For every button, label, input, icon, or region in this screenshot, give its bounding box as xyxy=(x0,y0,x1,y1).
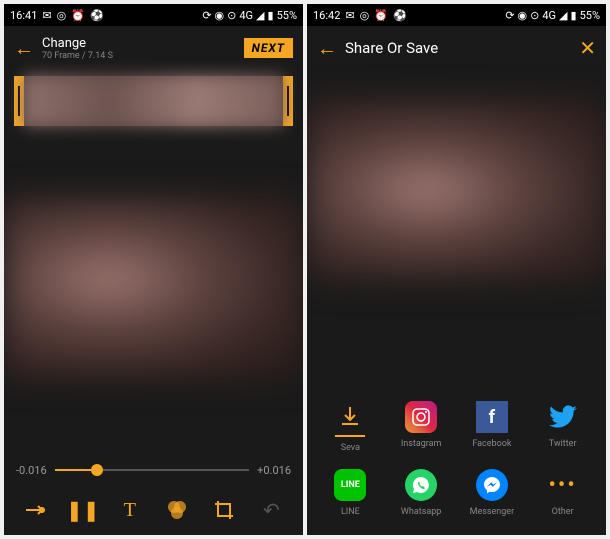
messenger-label: Messenger xyxy=(470,507,515,517)
share-preview xyxy=(307,100,606,280)
signal-icon: ◢ xyxy=(256,9,264,22)
soccer-icon: ⚽ xyxy=(90,9,104,22)
editor-toolbar: ❚❚ T ↶ xyxy=(4,485,303,535)
sync-icon: ⟳ xyxy=(202,9,211,22)
vibrate-icon: ◉ xyxy=(518,9,528,22)
vibrate-icon: ◉ xyxy=(215,9,225,22)
share-title: Share Or Save xyxy=(345,39,571,57)
status-bar: 16:42 ✉ ◎ ⏰ ⚽ ⟳ ◉ ⊙ 4G ◢ ▮ 55% xyxy=(307,4,606,26)
instagram-button[interactable]: Instagram xyxy=(386,393,457,461)
alarm-icon: ⏰ xyxy=(71,9,85,22)
share-header: ← Share Or Save ✕ xyxy=(307,26,606,70)
back-arrow-icon[interactable]: ← xyxy=(317,36,337,61)
header-title: Change xyxy=(42,36,236,51)
msg-icon: ✉ xyxy=(345,9,354,22)
whatsapp-icon: ◎ xyxy=(360,9,370,22)
share-screen: 16:42 ✉ ◎ ⏰ ⚽ ⟳ ◉ ⊙ 4G ◢ ▮ 55% ← Share O… xyxy=(307,4,606,535)
instagram-icon xyxy=(405,401,437,433)
battery-icon: ▮ xyxy=(268,9,274,22)
battery-percent: 55% xyxy=(580,9,600,22)
sync-icon: ⟳ xyxy=(505,9,514,22)
pause-button[interactable]: ❚❚ xyxy=(69,496,97,524)
trim-handle-left[interactable] xyxy=(14,76,24,126)
speed-slider-row: -0.016 +0.016 xyxy=(4,455,303,485)
reverse-button[interactable] xyxy=(22,496,50,524)
twitter-button[interactable]: Twitter xyxy=(527,393,598,461)
status-bar: 16:41 ✉ ◎ ⏰ ⚽ ⟳ ◉ ⊙ 4G ◢ ▮ 55% xyxy=(4,4,303,26)
close-icon[interactable]: ✕ xyxy=(579,36,596,60)
network-label: 4G xyxy=(542,9,556,22)
other-button[interactable]: ••• Other xyxy=(527,461,598,525)
line-button[interactable]: LINE LINE xyxy=(315,461,386,525)
editor-screen: 16:41 ✉ ◎ ⏰ ⚽ ⟳ ◉ ⊙ 4G ◢ ▮ 55% ← Change … xyxy=(4,4,303,535)
more-icon: ••• xyxy=(547,469,579,501)
battery-icon: ▮ xyxy=(571,9,577,22)
next-button[interactable]: NEXT xyxy=(244,38,293,58)
crop-button[interactable] xyxy=(210,496,238,524)
data-icon: ⊙ xyxy=(227,9,236,22)
signal-icon: ◢ xyxy=(559,9,567,22)
facebook-button[interactable]: f Facebook xyxy=(457,393,528,461)
line-label: LINE xyxy=(341,507,360,517)
text-button[interactable]: T xyxy=(116,496,144,524)
instagram-label: Instagram xyxy=(401,439,442,449)
share-grid: Seva Instagram f Facebook Twitter LINE L… xyxy=(307,383,606,535)
other-label: Other xyxy=(552,507,574,517)
back-arrow-icon[interactable]: ← xyxy=(14,36,34,61)
data-icon: ⊙ xyxy=(530,9,539,22)
soccer-icon: ⚽ xyxy=(393,9,407,22)
whatsapp-label: Whatsapp xyxy=(401,507,441,517)
timeline-trim[interactable] xyxy=(14,76,293,126)
alarm-icon: ⏰ xyxy=(374,9,388,22)
filter-button[interactable] xyxy=(163,496,191,524)
undo-button[interactable]: ↶ xyxy=(257,496,285,524)
speed-slider[interactable] xyxy=(55,469,249,471)
twitter-label: Twitter xyxy=(549,439,577,449)
facebook-label: Facebook xyxy=(472,439,511,449)
slider-max: +0.016 xyxy=(257,464,291,477)
twitter-icon xyxy=(547,401,579,433)
whatsapp-icon: ◎ xyxy=(57,9,67,22)
download-icon xyxy=(334,401,366,433)
battery-percent: 55% xyxy=(277,9,297,22)
line-icon: LINE xyxy=(334,469,366,501)
save-button[interactable]: Seva xyxy=(315,393,386,461)
editor-header: ← Change 70 Frame / 7.14 S NEXT xyxy=(4,26,303,70)
status-time: 16:42 xyxy=(313,9,340,22)
timeline-thumbs xyxy=(24,76,283,126)
video-preview[interactable] xyxy=(4,198,303,378)
save-label: Seva xyxy=(341,443,360,453)
slider-min: -0.016 xyxy=(16,464,47,477)
facebook-icon: f xyxy=(476,401,508,433)
messenger-button[interactable]: Messenger xyxy=(457,461,528,525)
trim-handle-right[interactable] xyxy=(283,76,293,126)
whatsapp-icon xyxy=(405,469,437,501)
msg-icon: ✉ xyxy=(42,9,51,22)
messenger-icon xyxy=(476,469,508,501)
header-text: Change 70 Frame / 7.14 S xyxy=(42,36,236,61)
slider-thumb[interactable] xyxy=(91,464,103,476)
header-subtitle: 70 Frame / 7.14 S xyxy=(42,51,236,61)
status-time: 16:41 xyxy=(10,9,37,22)
whatsapp-button[interactable]: Whatsapp xyxy=(386,461,457,525)
network-label: 4G xyxy=(239,9,253,22)
